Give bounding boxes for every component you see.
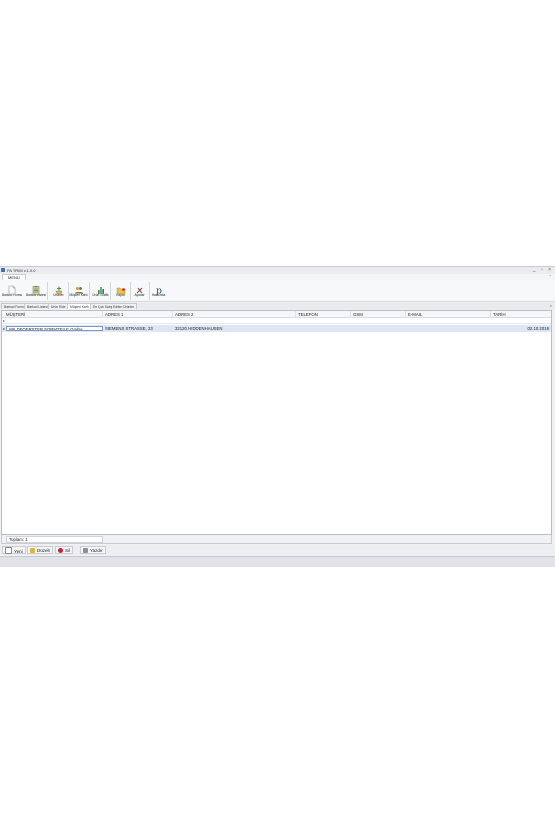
kapat-button[interactable]: Kapat (111, 281, 130, 301)
product-add-icon (54, 282, 64, 295)
urunler-button[interactable]: Ürünler (49, 281, 68, 301)
edit-button-label: Düzelt (37, 548, 50, 553)
tab-en-cok-satis[interactable]: En Çok Satış Edilen Ürünler (90, 303, 138, 309)
cell-musteri[interactable]: WILDFOERSTER FORMTEILE GmbH (6, 326, 103, 331)
filter-row-indicator: ▸ (3, 318, 6, 323)
ayarlar-button[interactable]: Ayarlar (130, 281, 149, 301)
window-controls[interactable]: _ ▫ × (533, 267, 553, 274)
close-tab-icon[interactable]: × (550, 303, 552, 309)
new-button-label: Yeni (14, 549, 23, 554)
app-window: PA TRIM v.1.0.0 _ ▫ × MENÜ ⌃ Barkod Form… (0, 266, 555, 567)
ribbon-toolbar: Barkod Formu Barkod Listesi Ürünler Müşt… (0, 280, 555, 302)
ribbon-separator (47, 282, 48, 300)
cell-gsm[interactable] (351, 325, 406, 332)
app-icon (1, 268, 5, 272)
hakkinda-button[interactable]: p Hakkında (149, 281, 168, 301)
new-button[interactable]: Yeni (2, 546, 26, 554)
column-header[interactable]: E-MAIL (406, 311, 491, 318)
column-header[interactable]: GSM (351, 311, 406, 318)
cell-adres-1[interactable]: SIEMENS STRASSE, 23 (103, 325, 173, 332)
grid-footer: Toplam: 1 (1, 535, 552, 544)
urun-grafik-button[interactable]: Ürün Grafik (91, 281, 110, 301)
tab-musteri-karti[interactable]: Müşteri Kartı (67, 303, 92, 309)
tab-urun-ekle[interactable]: Ürün Ekle (48, 303, 69, 309)
folder-close-icon (116, 282, 126, 295)
tools-icon (135, 282, 145, 294)
about-p-icon: p (154, 282, 164, 297)
musteri-karti-button[interactable]: Müşteri Kartı (69, 281, 88, 301)
edit-button[interactable]: Düzelt (27, 546, 53, 554)
svg-text:p: p (156, 287, 162, 296)
total-count: Toplam: 1 (6, 536, 103, 543)
delete-button-label: Sil (65, 548, 71, 553)
column-header[interactable]: TELEFON (296, 311, 351, 318)
cell-telefon[interactable] (296, 325, 351, 332)
column-header[interactable]: TARİH (491, 311, 551, 318)
clipboard-list-icon (31, 282, 41, 295)
delete-button[interactable]: Sil (55, 546, 74, 554)
table-row[interactable]: ▸ WILDFOERSTER FORMTEILE GmbH SIEMENS ST… (2, 325, 551, 332)
new-document-icon (5, 547, 12, 554)
ribbon-separator (89, 282, 90, 300)
status-bar (0, 556, 555, 567)
document-tabs: Barkod Formu Barkod Listesi Ürün Ekle Mü… (0, 303, 555, 309)
printer-icon (83, 548, 88, 553)
grid-filter-row[interactable]: ▸ (2, 318, 551, 324)
delete-icon (58, 548, 63, 553)
cell-email[interactable] (406, 325, 491, 332)
column-header[interactable]: ADRES 2 (173, 311, 296, 318)
barkod-listesi-button[interactable]: Barkod Listesi (26, 281, 46, 301)
window-title: PA TRIM v.1.0.0 (7, 268, 36, 273)
customers-icon (74, 282, 84, 294)
cell-tarih[interactable]: 02.10.2019 (491, 325, 551, 332)
tab-barkod-listesi[interactable]: Barkod Listesi (24, 303, 51, 309)
print-button-label: Yazdır (90, 548, 103, 553)
bar-chart-icon (96, 282, 106, 294)
title-bar: PA TRIM v.1.0.0 _ ▫ × (0, 267, 555, 274)
barkod-formu-button[interactable]: Barkod Formu (2, 281, 22, 301)
row-indicator: ▸ (3, 326, 6, 331)
column-header[interactable]: MÜŞTERİ (4, 311, 103, 318)
customer-grid: MÜŞTERİ ADRES 1 ADRES 2 TELEFON GSM E-MA… (1, 310, 552, 535)
cell-adres-2[interactable]: 32120 HIDDENHAUSEN (173, 325, 296, 332)
edit-pencil-icon (30, 548, 35, 553)
grid-header: MÜŞTERİ ADRES 1 ADRES 2 TELEFON GSM E-MA… (2, 311, 551, 318)
document-icon (7, 282, 17, 295)
action-bar: Yeni Düzelt Sil Yazdır (0, 545, 555, 555)
column-header[interactable]: ADRES 1 (103, 311, 173, 318)
print-button[interactable]: Yazdır (80, 546, 106, 554)
